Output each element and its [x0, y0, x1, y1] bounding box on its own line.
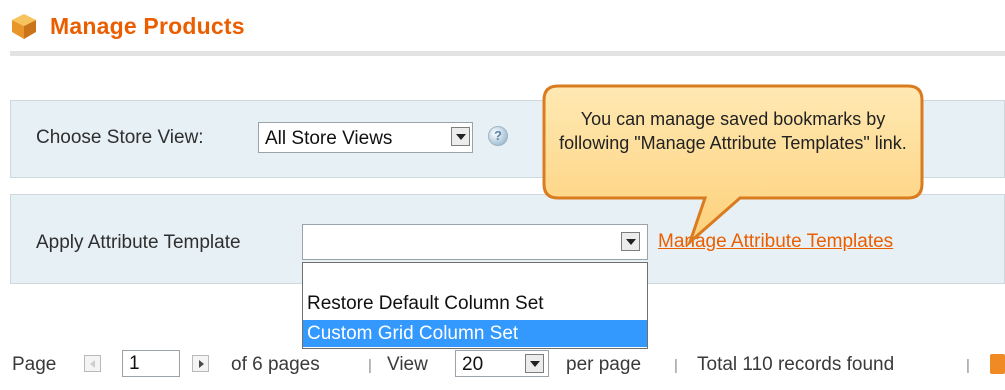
chevron-down-icon[interactable] — [525, 354, 544, 373]
page-number-input[interactable] — [122, 350, 180, 377]
dropdown-option-restore-default[interactable]: Restore Default Column Set — [303, 290, 647, 317]
total-records-text: Total 110 records found — [697, 354, 895, 375]
callout-text: You can manage saved bookmarks by follow… — [559, 109, 907, 153]
previous-page-button[interactable] — [84, 355, 101, 372]
per-page-select[interactable]: 20 — [455, 350, 549, 377]
header-divider — [10, 51, 1005, 56]
page-label: Page — [12, 354, 57, 375]
page-title: Manage Products — [50, 12, 245, 39]
next-page-button[interactable] — [192, 355, 209, 372]
per-page-label: per page — [566, 354, 642, 375]
attribute-template-label: Apply Attribute Template — [36, 232, 241, 253]
attribute-template-dropdown: Restore Default Column Set Custom Grid C… — [302, 262, 648, 349]
separator: | — [368, 357, 372, 374]
chevron-down-icon[interactable] — [451, 127, 470, 146]
store-view-label: Choose Store View: — [36, 127, 204, 148]
help-icon[interactable]: ? — [488, 126, 508, 146]
total-pages-text: of 6 pages — [231, 354, 320, 375]
dropdown-option-empty[interactable] — [303, 263, 647, 290]
separator: | — [674, 357, 678, 374]
pager: Page of 6 pages | View 20 per page | Tot… — [0, 338, 1005, 388]
store-view-select[interactable]: All Store Views — [258, 122, 473, 153]
per-page-value: 20 — [462, 354, 484, 375]
page-header: Manage Products — [10, 12, 245, 40]
view-label: View — [387, 354, 428, 375]
separator: | — [966, 357, 970, 374]
store-view-selected-value: All Store Views — [265, 128, 393, 149]
cube-icon — [12, 14, 36, 39]
rss-icon[interactable] — [990, 354, 1005, 374]
